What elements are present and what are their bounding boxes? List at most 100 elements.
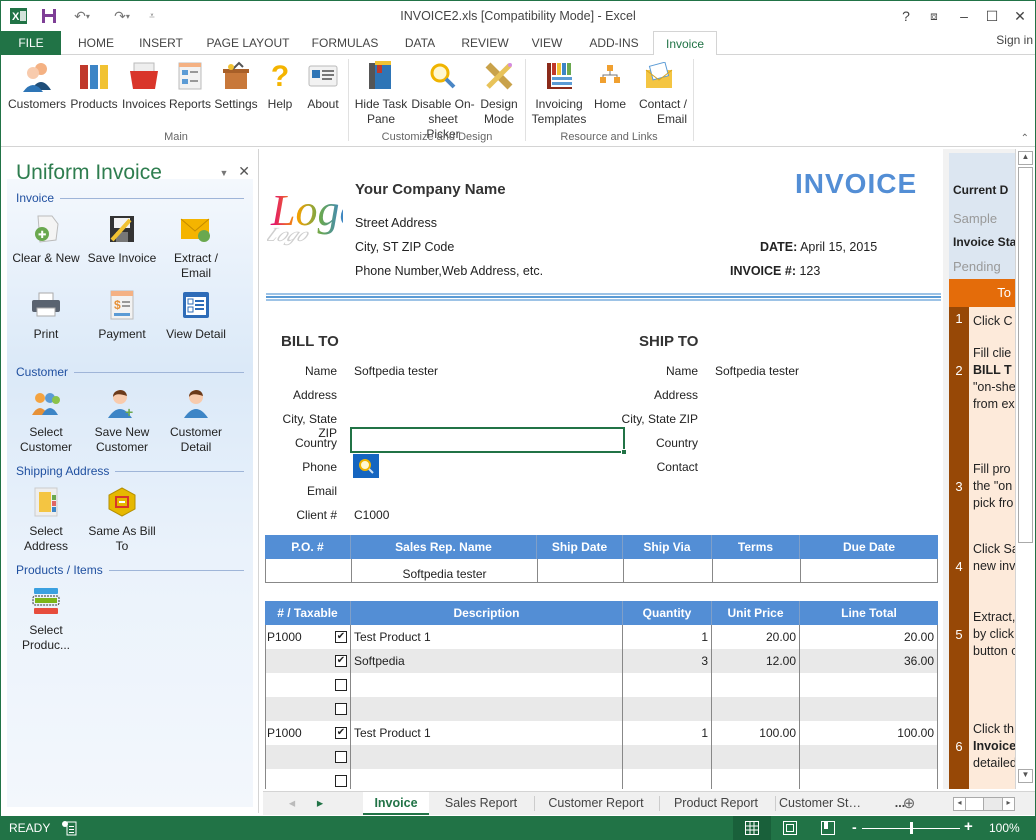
ship-date-cell[interactable]	[538, 559, 624, 582]
tab-page-layout[interactable]: PAGE LAYOUT	[201, 31, 295, 55]
item-number-cell[interactable]: ✔	[265, 649, 351, 673]
bill-country-selected-cell[interactable]	[350, 427, 627, 455]
ship-via-cell[interactable]	[624, 559, 713, 582]
reports-button[interactable]: Reports	[169, 59, 211, 112]
tab-view[interactable]: VIEW	[525, 31, 569, 55]
ship-contact-value[interactable]	[715, 460, 935, 476]
taxable-checkbox[interactable]	[335, 703, 347, 715]
customer-detail-button[interactable]: Customer Detail	[159, 387, 233, 455]
ship-city-value[interactable]	[715, 412, 935, 428]
help-button[interactable]: ? Help	[263, 59, 297, 112]
sign-in-link[interactable]: Sign in	[996, 33, 1033, 47]
hscroll-left-icon[interactable]: ◂	[954, 798, 966, 810]
close-button[interactable]: ✕	[1007, 5, 1033, 27]
settings-button[interactable]: Settings	[213, 59, 259, 112]
customize-quick-access-icon[interactable]: ⩡	[145, 7, 159, 25]
vertical-scrollbar[interactable]: ▲ ▼	[1015, 149, 1035, 789]
undo-icon[interactable]: ↶ ▾	[67, 7, 97, 25]
tab-scroll-right-icon[interactable]: ▸	[313, 792, 327, 815]
redo-icon[interactable]: ↷ ▾	[107, 7, 137, 25]
ship-address-value[interactable]	[715, 388, 935, 404]
scroll-down-icon[interactable]: ▼	[1018, 769, 1033, 783]
zoom-out-button[interactable]: -	[852, 819, 857, 835]
bill-name-value[interactable]: Softpedia tester	[354, 364, 438, 378]
bill-city-value[interactable]	[354, 412, 624, 428]
item-unit-price-cell[interactable]: 12.00	[712, 649, 800, 673]
item-quantity-cell[interactable]: 3	[623, 649, 712, 673]
client-number-value[interactable]: C1000	[354, 508, 389, 522]
item-quantity-cell[interactable]	[623, 673, 712, 697]
scroll-up-icon[interactable]: ▲	[1018, 151, 1033, 165]
sheet-tab-product-report[interactable]: Product Report	[663, 792, 769, 815]
hide-task-pane-button[interactable]: Hide Task Pane	[353, 59, 409, 127]
home-button[interactable]: Home	[591, 59, 629, 112]
company-street[interactable]: Street Address	[355, 216, 437, 230]
clear-new-button[interactable]: ✚ Clear & New	[9, 213, 83, 266]
bill-address-value[interactable]	[354, 388, 624, 404]
taxable-checkbox[interactable]: ✔	[335, 655, 347, 667]
item-number-cell[interactable]: P1000 ✔	[265, 721, 351, 745]
tab-file[interactable]: FILE	[1, 31, 61, 55]
disable-onsheet-picker-button[interactable]: Disable On- sheet Picker	[411, 59, 475, 142]
taxable-checkbox[interactable]: ✔	[335, 727, 347, 739]
select-products-button[interactable]: Select Produc...	[9, 585, 83, 653]
terms-cell[interactable]	[713, 559, 801, 582]
save-invoice-button[interactable]: Save Invoice	[85, 213, 159, 266]
item-unit-price-cell[interactable]	[712, 769, 800, 789]
zoom-level[interactable]: 100%	[989, 821, 1020, 835]
po-cell[interactable]	[266, 559, 352, 582]
ribbon-display-options-icon[interactable]: ⧈	[921, 5, 947, 27]
customers-button[interactable]: Customers	[7, 59, 67, 112]
page-layout-view-icon[interactable]	[783, 821, 797, 838]
item-unit-price-cell[interactable]	[712, 673, 800, 697]
contact-email-button[interactable]: Contact / Email	[631, 59, 687, 127]
item-quantity-cell[interactable]: 1	[623, 625, 712, 649]
item-unit-price-cell[interactable]	[712, 745, 800, 769]
company-phone[interactable]: Phone Number,Web Address, etc.	[355, 264, 543, 278]
save-new-customer-button[interactable]: + Save New Customer	[85, 387, 159, 455]
about-button[interactable]: About	[301, 59, 345, 112]
tab-insert[interactable]: INSERT	[133, 31, 189, 55]
item-description-cell[interactable]: Softpedia	[351, 649, 623, 673]
invoices-button[interactable]: Invoices	[121, 59, 167, 112]
task-pane-close-icon[interactable]: ✕	[238, 163, 250, 179]
ship-name-value[interactable]: Softpedia tester	[715, 364, 799, 378]
horizontal-scrollbar[interactable]: ◂ ▸	[953, 797, 1015, 811]
select-customer-button[interactable]: Select Customer	[9, 387, 83, 455]
item-unit-price-cell[interactable]: 20.00	[712, 625, 800, 649]
tab-formulas[interactable]: FORMULAS	[307, 31, 383, 55]
ship-country-value[interactable]	[715, 436, 935, 452]
zoom-slider-thumb[interactable]	[910, 822, 913, 834]
item-description-cell[interactable]	[351, 769, 623, 789]
item-description-cell[interactable]: Test Product 1	[351, 625, 623, 649]
sheet-tab-sales-report[interactable]: Sales Report	[433, 792, 529, 815]
page-break-preview-icon[interactable]	[821, 821, 835, 838]
payment-button[interactable]: $ Payment	[85, 289, 159, 342]
sheet-tab-invoice[interactable]: Invoice	[363, 792, 429, 815]
date-value[interactable]: April 15, 2015	[800, 240, 877, 254]
collapse-ribbon-icon[interactable]: ⌃	[1021, 133, 1029, 144]
save-icon[interactable]	[39, 7, 59, 25]
sales-rep-cell[interactable]: Softpedia tester	[352, 559, 538, 582]
help-icon[interactable]: ?	[893, 5, 919, 27]
sheet-tab-customer-statement[interactable]: Customer St…	[779, 792, 889, 815]
same-as-bill-to-button[interactable]: Same As Bill To	[85, 486, 159, 554]
minimize-button[interactable]: –	[951, 5, 977, 27]
hscroll-thumb[interactable]	[966, 798, 984, 810]
bill-email-value[interactable]	[354, 484, 624, 500]
item-number-cell[interactable]: P1000 ✔	[265, 625, 351, 649]
tab-invoice[interactable]: Invoice	[653, 31, 717, 56]
taxable-checkbox[interactable]	[335, 751, 347, 763]
excel-icon[interactable]: X	[9, 7, 29, 25]
scroll-thumb[interactable]	[1018, 167, 1033, 543]
item-unit-price-cell[interactable]: 100.00	[712, 721, 800, 745]
item-number-cell[interactable]	[265, 745, 351, 769]
products-button[interactable]: Products	[69, 59, 119, 112]
taxable-checkbox[interactable]: ✔	[335, 631, 347, 643]
print-button[interactable]: Print	[9, 289, 83, 342]
sheet-tab-customer-report[interactable]: Customer Report	[537, 792, 655, 815]
maximize-button[interactable]: ☐	[979, 5, 1005, 27]
item-quantity-cell[interactable]	[623, 697, 712, 721]
item-description-cell[interactable]	[351, 673, 623, 697]
item-description-cell[interactable]	[351, 745, 623, 769]
